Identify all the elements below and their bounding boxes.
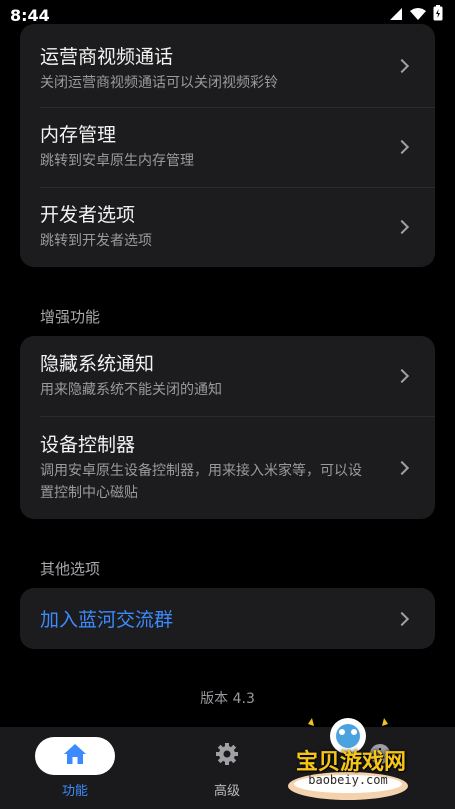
gear-icon bbox=[215, 742, 239, 770]
row-title: 设备控制器 bbox=[40, 433, 136, 456]
nav-label: 功能 bbox=[61, 784, 88, 799]
wifi-icon bbox=[409, 6, 427, 25]
section-title-enhance: 增强功能 bbox=[40, 308, 101, 326]
status-time: 8:44 bbox=[10, 5, 50, 25]
join-group-link[interactable]: 加入蓝河交流群 bbox=[20, 588, 435, 649]
watermark-text: 宝贝游戏网 bbox=[295, 750, 406, 775]
list-item-device-controller[interactable]: 设备控制器 调用安卓原生设备控制器，用来接入米家等，可以设置控制中心磁贴 bbox=[20, 416, 435, 519]
watermark-url: baobeiy.com bbox=[308, 773, 388, 787]
row-subtitle: 跳转到开发者选项 bbox=[40, 233, 152, 249]
join-group-label: 加入蓝河交流群 bbox=[40, 609, 174, 631]
list-item-carrier-video-call[interactable]: 运营商视频通话 关闭运营商视频通话可以关闭视频彩铃 bbox=[20, 24, 435, 107]
row-subtitle: 跳转到安卓原生内存管理 bbox=[40, 153, 194, 169]
settings-card-enhance: 隐藏系统通知 用来隐藏系统不能关闭的通知 设备控制器 调用安卓原生设备控制器，用… bbox=[20, 336, 435, 519]
row-subtitle: 调用安卓原生设备控制器，用来接入米家等，可以设置控制中心磁贴 bbox=[40, 462, 362, 501]
row-title: 开发者选项 bbox=[40, 204, 136, 226]
row-title: 内存管理 bbox=[40, 124, 117, 146]
list-item-hide-notifications[interactable]: 隐藏系统通知 用来隐藏系统不能关闭的通知 bbox=[20, 336, 435, 416]
home-icon bbox=[63, 743, 87, 769]
row-title: 运营商视频通话 bbox=[40, 45, 174, 68]
settings-card-system: 运营商视频通话 关闭运营商视频通话可以关闭视频彩铃 内存管理 跳转到安卓原生内存… bbox=[20, 24, 435, 267]
row-subtitle: 关闭运营商视频通话可以关闭视频彩铃 bbox=[40, 74, 278, 91]
version-label: 版本 4.3 bbox=[200, 691, 255, 707]
nav-label: 高级 bbox=[213, 784, 240, 799]
status-icons bbox=[389, 5, 443, 25]
watermark-logo: 宝贝游戏网 baobeiy.com bbox=[278, 712, 428, 804]
chevron-right-icon bbox=[394, 460, 410, 475]
nav-pill bbox=[35, 737, 115, 775]
row-subtitle: 用来隐藏系统不能关闭的通知 bbox=[40, 382, 222, 398]
signal-icon bbox=[389, 6, 403, 25]
list-item-memory-management[interactable]: 内存管理 跳转到安卓原生内存管理 bbox=[20, 107, 435, 187]
nav-pill bbox=[187, 737, 267, 775]
nav-tab-features[interactable]: 功能 bbox=[0, 727, 150, 809]
settings-card-other: 加入蓝河交流群 bbox=[20, 588, 435, 649]
battery-icon bbox=[433, 5, 443, 25]
row-title: 隐藏系统通知 bbox=[40, 353, 155, 375]
section-title-other: 其他选项 bbox=[40, 560, 101, 578]
list-item-developer-options[interactable]: 开发者选项 跳转到开发者选项 bbox=[20, 187, 435, 267]
